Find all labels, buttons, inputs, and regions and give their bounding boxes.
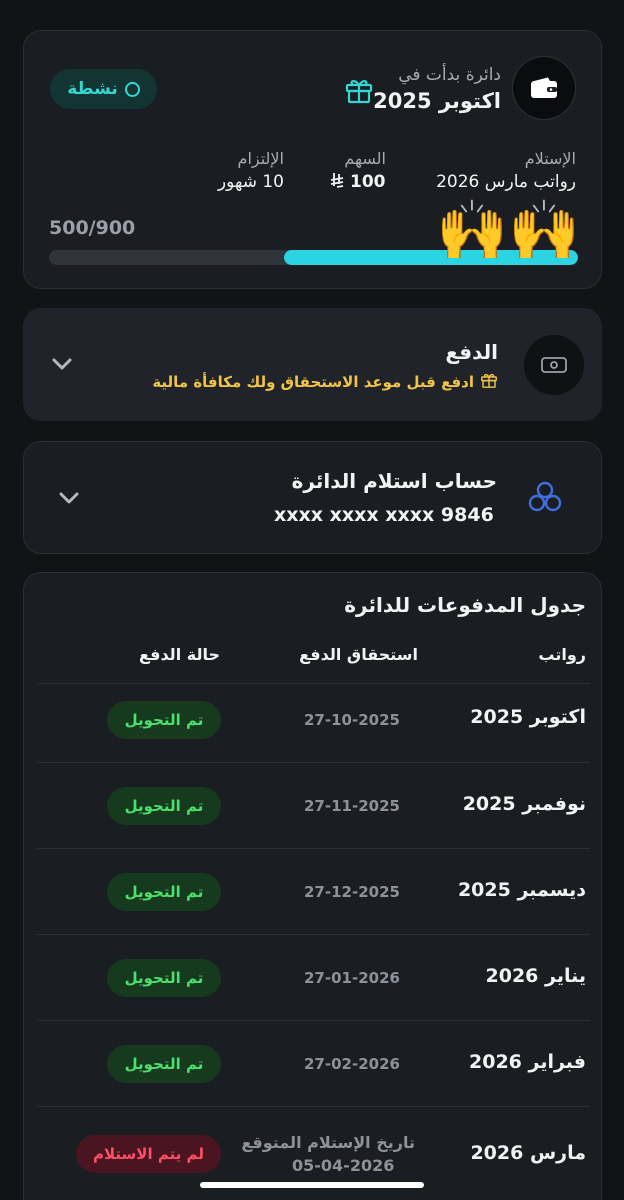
header-due: استحقاق الدفع [299,645,418,664]
share-label: السهم [344,149,386,168]
row-month: ديسمبر 2025 [457,879,586,901]
row-month: فبراير 2026 [469,1051,586,1073]
payment-reward-line: ادفع قبل موعد الاستحقاق ولك مكافأة مالية [152,371,498,393]
wallet-icon [512,56,576,120]
payment-subtitle: ادفع قبل موعد الاستحقاق ولك مكافأة مالية [152,373,474,391]
progress-text: 500/900 [49,217,135,239]
receipt-value: رواتب مارس 2026 [436,172,576,192]
header-salary: رواتب [538,645,586,664]
status-badge: تم التحويل [107,787,221,825]
expected-date-label: تاريخ الإستلام المتوقع [241,1133,415,1152]
status-badge: تم التحويل [107,701,221,739]
account-number: xxxx xxxx xxxx 9846 [274,504,494,526]
divider [37,683,590,684]
riyal-icon [330,172,344,192]
row-date: 27-11-2025 [304,797,400,815]
account-title: حساب استلام الدائرة [291,469,497,493]
divider [37,762,590,763]
status-badge: لم يتم الاستلام [76,1135,221,1173]
row-month: مارس 2026 [470,1142,586,1164]
commitment-value: 10 شهور [217,172,284,192]
home-indicator [200,1182,424,1188]
chevron-down-icon[interactable] [56,485,82,515]
header-status: حالة الدفع [139,645,220,664]
payment-title: الدفع [445,340,498,364]
row-date: 05-04-2026 [292,1156,395,1175]
schedule-title: جدول المدفوعات للدائرة [344,593,586,617]
gift-icon [344,75,374,109]
chevron-down-icon[interactable] [49,351,75,381]
status-badge: نشطة [50,69,157,109]
receipt-label: الإستلام [524,149,576,168]
divider [37,934,590,935]
payment-card[interactable]: الدفع ادفع قبل موعد الاستحقاق ولك مكافأة… [23,308,602,421]
divider [37,1106,590,1107]
row-date: 27-02-2026 [304,1055,400,1073]
row-month: اكتوبر 2025 [470,706,586,728]
bank-logo-icon [527,480,563,518]
divider [37,1020,590,1021]
status-badge: تم التحويل [107,1045,221,1083]
commitment-label: الإلتزام [237,149,284,168]
status-dot-icon [124,81,140,97]
row-date: 27-01-2026 [304,969,400,987]
payment-schedule-card: جدول المدفوعات للدائرة رواتب استحقاق الد… [23,572,602,1200]
gift-small-icon [480,371,498,393]
circle-summary-card: دائرة بدأت في اكتوبر 2025 نشطة الإستلام … [23,30,602,289]
status-badge: تم التحويل [107,959,221,997]
row-date: 27-12-2025 [304,883,400,901]
cash-icon [524,335,584,395]
share-value: 100 [350,172,386,192]
share-value-group: 100 [330,172,386,192]
circle-start-month: اكتوبر 2025 [373,89,501,113]
receiving-account-card[interactable]: حساب استلام الدائرة xxxx xxxx xxxx 9846 [23,441,602,554]
status-badge: تم التحويل [107,873,221,911]
row-date: 27-10-2025 [304,711,400,729]
raised-hands-emoji: 🙌🙌 [436,196,581,264]
divider [37,848,590,849]
status-label: نشطة [67,79,118,99]
row-month: نوفمبر 2025 [462,793,586,815]
circle-started-label: دائرة بدأت في [398,65,501,85]
progress-text-value: 500/900 [49,217,136,239]
row-month: يناير 2026 [485,965,586,987]
